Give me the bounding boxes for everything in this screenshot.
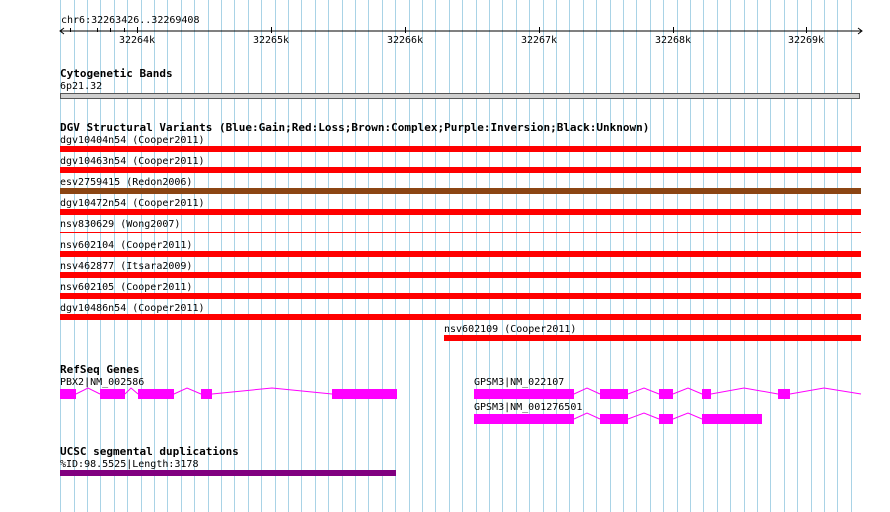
variant-bar[interactable] [60,232,861,233]
cytoband-label: 6p21.32 [60,81,103,92]
exon [332,389,397,399]
exon [659,414,673,424]
variant-label: dgv10472n54 (Cooper2011) [60,198,205,209]
variant-bar[interactable] [60,188,861,194]
variant-label: nsv462877 (Itsara2009) [60,261,193,272]
tick-label: 32269k [787,35,825,46]
genome-browser: chr6:32263426..32269408 32264k 32265k 32… [0,0,890,512]
variant-label: nsv602104 (Cooper2011) [60,240,193,251]
variant-bar[interactable] [60,167,861,173]
variant-bar[interactable] [60,209,861,215]
variant-bar[interactable] [444,335,861,341]
gene-model-gpsm3-a[interactable] [474,387,864,401]
exon [702,414,762,424]
major-tick [673,27,674,33]
exon [778,389,790,399]
tick-label: 32265k [252,35,290,46]
exon [600,414,628,424]
gene-model-pbx2[interactable] [60,387,400,401]
exon [702,389,711,399]
major-tick [806,27,807,33]
variant-label: dgv10404n54 (Cooper2011) [60,135,205,146]
exon [100,389,125,399]
segdup-bar[interactable] [60,470,396,476]
cytoband-bar[interactable] [60,93,860,99]
variant-bar[interactable] [60,293,861,299]
minor-tick [110,28,111,32]
variant-label: dgv10486n54 (Cooper2011) [60,303,205,314]
variant-label: dgv10463n54 (Cooper2011) [60,156,205,167]
exon [600,389,628,399]
ruler-axis [59,27,863,35]
variant-label: nsv602109 (Cooper2011) [444,324,577,335]
variant-bar[interactable] [60,314,861,320]
exon [474,389,574,399]
variant-bar[interactable] [60,272,861,278]
minor-tick [97,28,98,32]
segdup-label: %ID:98.5525|Length:3178 [60,459,199,470]
exon [60,389,76,399]
minor-tick [70,28,71,32]
track-title: Cytogenetic Bands [60,67,173,80]
exon [659,389,673,399]
exon [474,414,574,424]
track-title: UCSC segmental duplications [60,445,239,458]
track-title: RefSeq Genes [60,363,140,376]
tick-label: 32266k [386,35,424,46]
variant-label: nsv602105 (Cooper2011) [60,282,193,293]
minor-tick [124,28,125,32]
tick-label: 32268k [654,35,692,46]
track-title: DGV Structural Variants (Blue:Gain;Red:L… [60,121,650,134]
major-tick [539,27,540,33]
variant-label: nsv830629 (Wong2007) [60,219,181,230]
gene-model-gpsm3-b[interactable] [474,412,774,426]
major-tick [137,27,138,33]
exon [201,389,212,399]
tick-label: 32264k [118,35,156,46]
exon [138,389,174,399]
tick-label: 32267k [520,35,558,46]
major-tick [271,27,272,33]
variant-bar[interactable] [60,251,861,257]
major-tick [405,27,406,33]
variant-bar[interactable] [60,146,861,152]
variant-label: esv2759415 (Redon2006) [60,177,193,188]
